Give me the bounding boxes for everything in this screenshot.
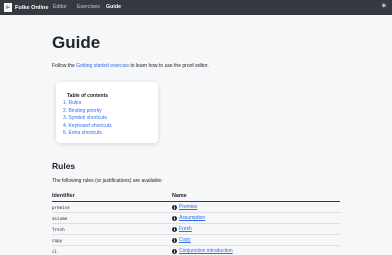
rules-table: Identifier Name premise i Premise assume… bbox=[52, 190, 340, 255]
toc-item-rules[interactable]: 1. Rules bbox=[63, 100, 112, 108]
nav-link-exercises[interactable]: Exercises bbox=[77, 4, 100, 10]
nav-link-editor[interactable]: Editor bbox=[53, 4, 67, 10]
rule-name-cell: i Copy bbox=[172, 237, 191, 243]
top-navbar: ⊢ Folke Online Editor Exercises Guide ☀ bbox=[0, 0, 392, 15]
rule-identifier: ci bbox=[52, 249, 58, 254]
intro-suffix: to learn how to use the proof editor. bbox=[129, 63, 209, 69]
rule-name-link[interactable]: Assumption bbox=[179, 215, 205, 221]
rules-intro: The following rules (or justifications) … bbox=[52, 178, 163, 184]
column-header-identifier: Identifier bbox=[52, 193, 75, 199]
rule-name-link[interactable]: Premise bbox=[179, 204, 197, 210]
getting-started-link[interactable]: Getting started exercise bbox=[76, 63, 129, 69]
info-icon[interactable]: i bbox=[172, 237, 177, 243]
column-header-name: Name bbox=[172, 193, 187, 199]
rules-section-title: Rules bbox=[52, 161, 76, 171]
table-row: ci i Conjunction introduction bbox=[52, 246, 340, 255]
turnstile-logo-icon: ⊢ bbox=[4, 3, 12, 12]
brand-name: Folke Online bbox=[15, 4, 49, 11]
intro-prefix: Follow the bbox=[52, 63, 77, 69]
toc-heading: Table of contents bbox=[67, 93, 109, 99]
rule-name-link[interactable]: Fresh bbox=[179, 226, 192, 232]
rule-identifier: assume bbox=[52, 216, 68, 221]
table-row: premise i Premise bbox=[52, 202, 340, 213]
brand-link[interactable]: ⊢ Folke Online bbox=[4, 3, 49, 12]
nav-link-guide[interactable]: Guide bbox=[106, 4, 121, 10]
table-header: Identifier Name bbox=[52, 190, 340, 202]
rule-identifier: fresh bbox=[52, 227, 65, 232]
rule-name-cell: i Fresh bbox=[172, 226, 192, 232]
info-icon[interactable]: i bbox=[172, 248, 177, 254]
toc-item-extra-shortcuts[interactable]: 5. Extra shortcuts bbox=[63, 130, 112, 138]
page-title: Guide bbox=[52, 33, 101, 52]
info-icon[interactable]: i bbox=[172, 204, 177, 210]
rule-name-cell: i Conjunction introduction bbox=[172, 248, 233, 254]
toc-item-binding-priority[interactable]: 2. Binding priority bbox=[63, 108, 112, 116]
table-row: copy i Copy bbox=[52, 235, 340, 246]
rule-identifier: premise bbox=[52, 205, 70, 210]
table-row: fresh i Fresh bbox=[52, 224, 340, 235]
table-of-contents-card: Table of contents 1. Rules 2. Binding pr… bbox=[56, 82, 158, 143]
info-icon[interactable]: i bbox=[172, 215, 177, 221]
info-icon[interactable]: i bbox=[172, 226, 177, 232]
toc-list: 1. Rules 2. Binding priority 3. Symbol s… bbox=[63, 100, 112, 138]
sun-icon[interactable]: ☀ bbox=[381, 3, 387, 11]
table-row: assume i Assumption bbox=[52, 213, 340, 224]
rule-name-link[interactable]: Copy bbox=[179, 237, 191, 243]
rule-name-link[interactable]: Conjunction introduction bbox=[179, 248, 233, 254]
intro-text: Follow the Getting started exercise to l… bbox=[52, 63, 209, 69]
toc-item-symbol-shortcuts[interactable]: 3. Symbol shortcuts bbox=[63, 115, 112, 123]
rule-name-cell: i Premise bbox=[172, 204, 197, 210]
rule-identifier: copy bbox=[52, 238, 63, 243]
toc-item-keyboard-shortcuts[interactable]: 4. Keyboard shortcuts bbox=[63, 123, 112, 131]
rule-name-cell: i Assumption bbox=[172, 215, 205, 221]
